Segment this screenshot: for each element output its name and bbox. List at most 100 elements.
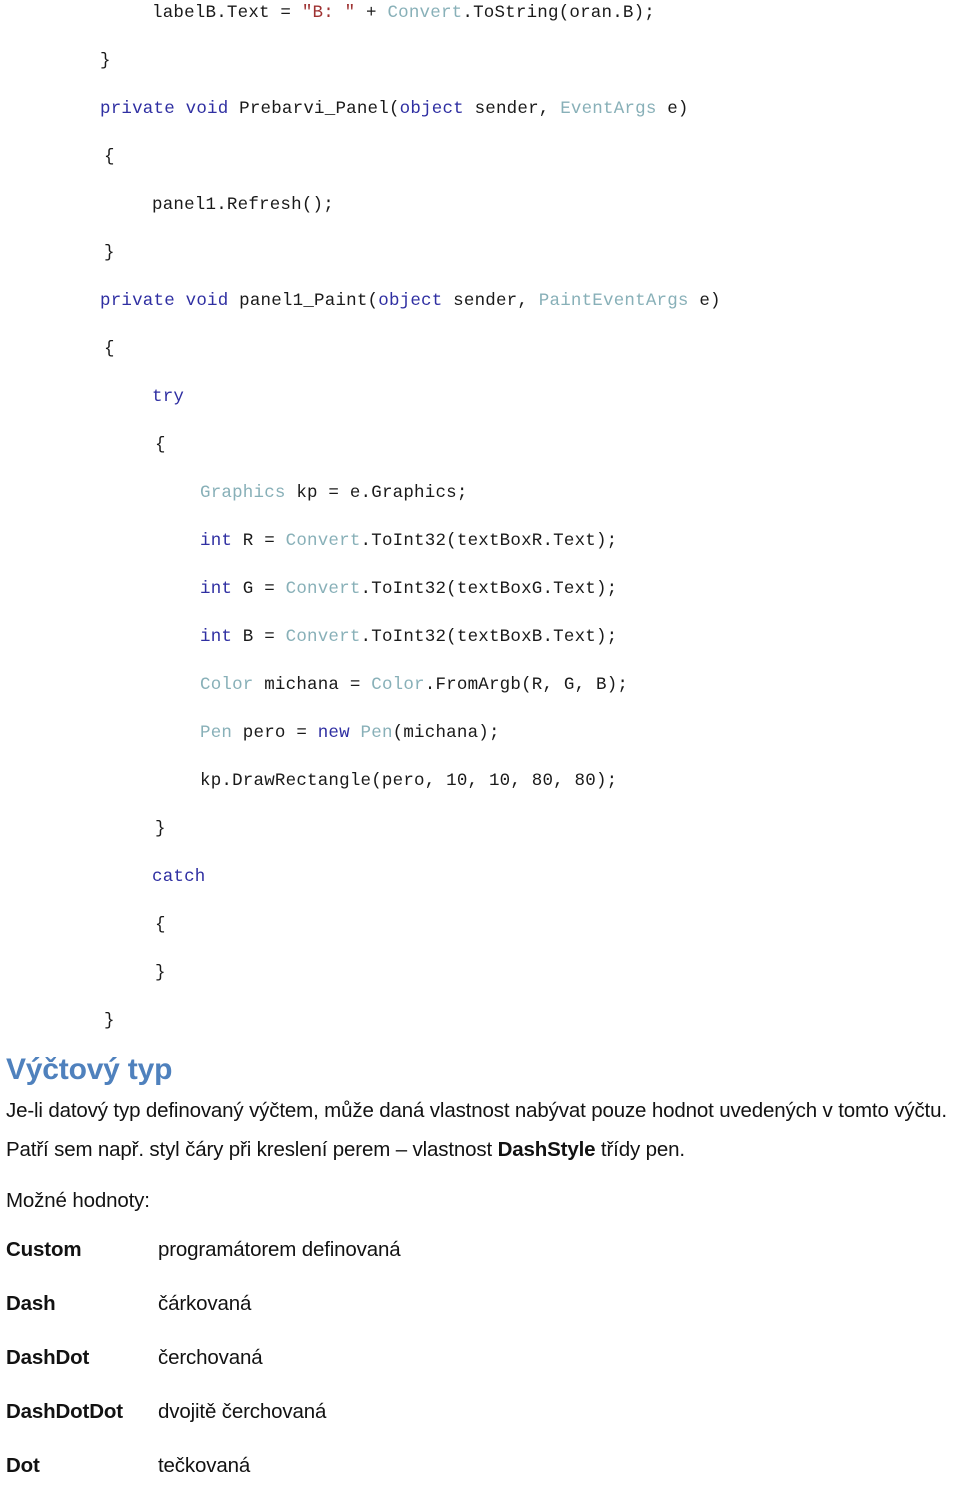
code-token-typ: Color xyxy=(371,675,425,695)
dashstyle-value-description: čárkovaná xyxy=(158,1292,252,1315)
code-token-pl: } xyxy=(104,1011,115,1031)
code-line: { xyxy=(0,912,960,960)
code-listing: labelB.Text = "B: " + Convert.ToString(o… xyxy=(0,0,960,1056)
code-token-typ: PaintEventArgs xyxy=(538,291,689,311)
code-line: labelB.Text = "B: " + Convert.ToString(o… xyxy=(0,0,960,48)
code-token-pl: R = xyxy=(232,531,286,551)
dashstyle-value-name: DashDotDot xyxy=(6,1400,123,1423)
code-line: int B = Convert.ToInt32(textBoxB.Text); xyxy=(0,624,960,672)
code-token-typ: Graphics xyxy=(200,483,286,503)
code-line: private void Prebarvi_Panel(object sende… xyxy=(0,96,960,144)
code-token-pl: { xyxy=(155,915,166,935)
code-token-pl: pero = xyxy=(232,723,318,743)
code-line: int G = Convert.ToInt32(textBoxG.Text); xyxy=(0,576,960,624)
code-line: Color michana = Color.FromArgb(R, G, B); xyxy=(0,672,960,720)
code-token-pl: B = xyxy=(232,627,286,647)
code-token-typ: Convert xyxy=(285,627,361,647)
dashstyle-property-name: DashStyle xyxy=(497,1138,596,1161)
code-token-pl: { xyxy=(104,339,115,359)
code-token-typ: Pen xyxy=(360,723,393,743)
code-line: } xyxy=(0,48,960,96)
dashstyle-value-name: DashDot xyxy=(6,1346,90,1369)
code-line: { xyxy=(0,432,960,480)
code-token-str: "B: " xyxy=(301,3,356,23)
code-line: int R = Convert.ToInt32(textBoxR.Text); xyxy=(0,528,960,576)
code-token-pl: } xyxy=(155,963,166,983)
code-token-kw: private void xyxy=(100,99,240,119)
table-row: DashDot čerchovaná xyxy=(6,1344,706,1398)
code-token-pl: { xyxy=(155,435,166,455)
code-token-pl: } xyxy=(104,243,115,263)
code-token-kw: object xyxy=(399,99,464,119)
code-line: { xyxy=(0,336,960,384)
code-token-kw: object xyxy=(378,291,443,311)
table-row: Dot tečkovaná xyxy=(6,1452,706,1506)
code-token-pl: e) xyxy=(656,99,689,119)
code-line: private void panel1_Paint(object sender,… xyxy=(0,288,960,336)
code-token-typ: EventArgs xyxy=(560,99,657,119)
code-token-pl: (michana); xyxy=(392,723,500,743)
possible-values-label: Možné hodnoty: xyxy=(6,1189,150,1212)
code-token-kw: try xyxy=(152,387,185,407)
code-token-pl: + xyxy=(355,3,388,23)
table-row: DashDotDot dvojitě čerchovaná xyxy=(6,1398,706,1452)
code-token-pl: .ToInt32(textBoxB.Text); xyxy=(360,627,618,647)
code-token-pl: Prebarvi_Panel( xyxy=(239,99,400,119)
intro-text-after: třídy pen. xyxy=(595,1138,685,1161)
code-token-pl: kp.DrawRectangle(pero, 10, 10, 80, 80); xyxy=(200,771,618,791)
code-token-pl: panel1.Refresh(); xyxy=(152,195,334,215)
code-token-kw: private void xyxy=(100,291,240,311)
dashstyle-values-table: Custom programátorem definovaná Dash čárkov… xyxy=(6,1236,706,1506)
code-token-kw: new xyxy=(317,723,350,743)
section-heading: Výčtový typ xyxy=(6,1053,173,1086)
dashstyle-value-name: Dot xyxy=(6,1454,40,1477)
code-line: } xyxy=(0,816,960,864)
code-token-pl: .ToInt32(textBoxR.Text); xyxy=(360,531,618,551)
code-token-typ: Convert xyxy=(285,579,361,599)
code-line: } xyxy=(0,1008,960,1056)
code-token-pl: sender, xyxy=(442,291,539,311)
dashstyle-value-description: dvojitě čerchovaná xyxy=(158,1400,327,1423)
code-token-pl: } xyxy=(155,819,166,839)
code-token-kw: catch xyxy=(152,867,206,887)
code-line: panel1.Refresh(); xyxy=(0,192,960,240)
code-token-pl: panel1_Paint( xyxy=(239,291,379,311)
dashstyle-values-body: Custom programátorem definovaná Dash čárkov… xyxy=(6,1236,706,1506)
dashstyle-value-description: čerchovaná xyxy=(158,1346,263,1369)
code-token-pl: labelB.Text = xyxy=(152,3,302,23)
code-token-pl: sender, xyxy=(463,99,561,119)
code-token-typ: Convert xyxy=(387,3,463,23)
code-token-pl: .FromArgb(R, G, B); xyxy=(424,675,629,695)
section-intro-paragraph: Je-li datový typ definovaný výčtem, může… xyxy=(6,1091,958,1169)
code-token-pl: .ToString(oran.B); xyxy=(462,3,656,23)
code-token-kw: int xyxy=(200,579,233,599)
code-line: kp.DrawRectangle(pero, 10, 10, 80, 80); xyxy=(0,768,960,816)
code-token-pl: G = xyxy=(232,579,286,599)
code-token-pl: .ToInt32(textBoxG.Text); xyxy=(360,579,618,599)
code-token-typ: Pen xyxy=(200,723,233,743)
code-token-pl: { xyxy=(104,147,115,167)
code-line: } xyxy=(0,240,960,288)
code-token-pl: kp = e.Graphics; xyxy=(285,483,468,503)
code-token-kw: int xyxy=(200,627,233,647)
table-row: Dash čárkovaná xyxy=(6,1290,706,1344)
dashstyle-value-description: programátorem definovaná xyxy=(158,1238,401,1261)
dashstyle-value-description: tečkovaná xyxy=(158,1454,251,1477)
code-token-pl: michana = xyxy=(253,675,372,695)
dashstyle-value-name: Dash xyxy=(6,1292,56,1315)
table-row: Custom programátorem definovaná xyxy=(6,1236,706,1290)
dashstyle-value-name: Custom xyxy=(6,1238,82,1261)
code-token-kw: int xyxy=(200,531,233,551)
code-token-typ: Color xyxy=(200,675,254,695)
code-line: Pen pero = new Pen(michana); xyxy=(0,720,960,768)
code-token-pl: e) xyxy=(688,291,721,311)
code-token-pl: } xyxy=(100,51,111,71)
code-line: catch xyxy=(0,864,960,912)
code-token-typ: Convert xyxy=(285,531,361,551)
code-line: Graphics kp = e.Graphics; xyxy=(0,480,960,528)
intro-text-before: Je-li datový typ definovaný výčtem, může… xyxy=(6,1099,947,1161)
code-line: try xyxy=(0,384,960,432)
code-line: } xyxy=(0,960,960,1008)
code-line: { xyxy=(0,144,960,192)
